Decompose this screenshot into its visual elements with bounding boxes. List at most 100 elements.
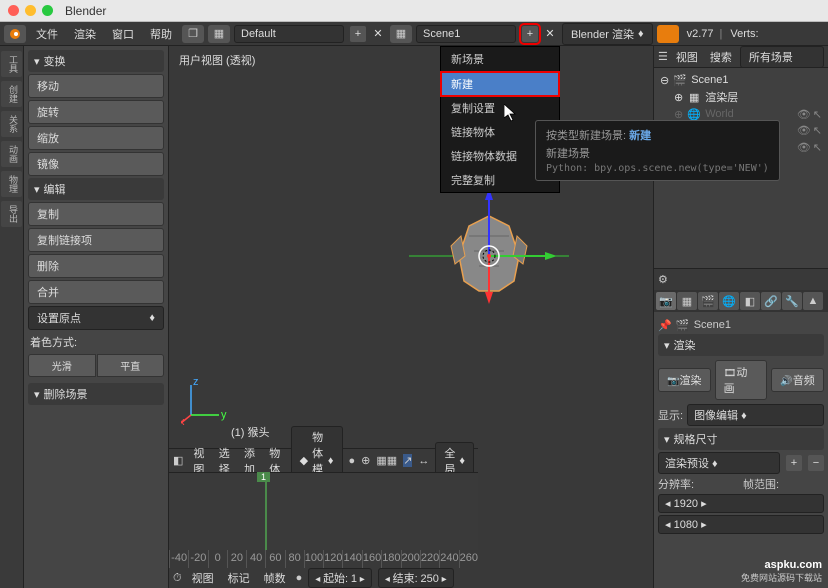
eye-icon[interactable]: 👁 — [797, 124, 811, 137]
tab-data[interactable]: ▲ — [803, 292, 823, 310]
vtab-tools[interactable]: 工具 — [1, 51, 22, 77]
auto-keyframe-icon[interactable]: ● — [296, 572, 303, 584]
tool-panel: ▾变换 移动 旋转 缩放 镜像 ▾编辑 复制 复制链接项 删除 合并 设置原点♦… — [24, 46, 169, 588]
preset-add-button[interactable]: + — [786, 455, 802, 471]
scale-button[interactable]: 缩放 — [28, 126, 164, 150]
layout-browse-icon[interactable]: ▦ — [208, 25, 230, 43]
pin-icon[interactable]: 📌 — [658, 319, 672, 332]
eye-icon[interactable]: 👁 — [797, 108, 811, 121]
close-dot[interactable] — [8, 5, 19, 16]
vtab-physics[interactable]: 物理 — [1, 171, 22, 197]
manipulator-toggle[interactable]: ↗ — [403, 454, 412, 467]
tab-constraints[interactable]: 🔗 — [761, 292, 781, 310]
animation-button[interactable]: 🎞动画 — [715, 360, 768, 400]
render-engine-select[interactable]: Blender 渲染♦ — [562, 23, 653, 45]
tick: 260 — [459, 550, 478, 568]
render-button[interactable]: 📷渲染 — [658, 368, 711, 392]
display-select[interactable]: 图像编辑 ♦ — [687, 404, 824, 426]
minimize-dot[interactable] — [25, 5, 36, 16]
start-frame-field[interactable]: ◂ 起始: 1 ▸ — [308, 568, 372, 588]
tick: 80 — [285, 550, 304, 568]
cursor-icon[interactable]: ↖ — [813, 108, 822, 121]
dropdown-item-new[interactable]: 新建 — [441, 72, 559, 96]
disclosure-icon: ⊕ — [674, 91, 683, 104]
outliner-search[interactable]: 搜索 — [706, 47, 736, 67]
tl-view[interactable]: 视图 — [188, 568, 218, 588]
tooltip-title: 按类型新建场景: 新建 — [546, 127, 769, 143]
properties-editor-icon[interactable]: ⚙ — [658, 273, 668, 286]
rotate-button[interactable]: 旋转 — [28, 100, 164, 124]
tick: 240 — [439, 550, 458, 568]
transform-header[interactable]: ▾变换 — [28, 50, 164, 72]
shading-mode-icon[interactable]: ● — [349, 455, 356, 467]
tab-layers[interactable]: ▦ — [677, 292, 697, 310]
set-origin-select[interactable]: 设置原点♦ — [28, 306, 164, 330]
vtab-export[interactable]: 导出 — [1, 201, 22, 227]
edit-header[interactable]: ▾编辑 — [28, 178, 164, 200]
tab-modifiers[interactable]: 🔧 — [782, 292, 802, 310]
layout-add-button[interactable]: + — [350, 26, 366, 42]
editor-type-icon[interactable]: ◧ — [173, 454, 183, 467]
maximize-dot[interactable] — [42, 5, 53, 16]
watermark-main: aspku.com — [741, 559, 822, 571]
tab-object[interactable]: ◧ — [740, 292, 760, 310]
vtab-relations[interactable]: 关系 — [1, 111, 22, 137]
duplicate-linked-button[interactable]: 复制链接项 — [28, 228, 164, 252]
tl-marker[interactable]: 标记 — [224, 568, 254, 588]
timeline[interactable]: -40 -20 0 20 40 60 80 100 120 140 160 18… — [169, 472, 478, 588]
dimensions-header[interactable]: ▾规格尺寸 — [658, 428, 824, 450]
vtab-anim[interactable]: 动画 — [1, 141, 22, 167]
render-preset-select[interactable]: 渲染预设 ♦ — [658, 452, 780, 474]
scene-add-button[interactable]: + — [522, 26, 538, 42]
cursor-icon[interactable]: ↖ — [813, 124, 822, 137]
menu-file[interactable]: 文件 — [30, 24, 64, 44]
render-panel-header[interactable]: ▾渲染 — [658, 334, 824, 356]
active-object[interactable] — [409, 176, 569, 339]
eye-icon[interactable]: 👁 — [797, 141, 811, 154]
res-y-field[interactable]: ◂ 1080 ▸ — [658, 515, 824, 534]
timeline-editor-icon[interactable]: ⏱ — [173, 572, 182, 585]
res-x-field[interactable]: ◂ 1920 ▸ — [658, 494, 824, 513]
top-menubar: 文件 渲染 窗口 帮助 ❐ ▦ Default + ✕ ▦ Scene1 + ✕… — [0, 22, 828, 46]
mirror-button[interactable]: 镜像 — [28, 152, 164, 176]
tree-renderlayers[interactable]: ⊕▦渲染层 — [658, 88, 824, 106]
tl-frame[interactable]: 帧数 — [260, 568, 290, 588]
flat-shading-button[interactable]: 平直 — [97, 354, 165, 377]
tab-render[interactable]: 📷 — [656, 292, 676, 310]
scene-name-field[interactable]: Scene1 — [416, 25, 516, 43]
tab-scene[interactable]: 🎬 — [698, 292, 718, 310]
dropdown-arrow-icon: ♦ — [149, 312, 155, 324]
pivot-icon[interactable]: ⊕ — [361, 454, 370, 467]
tick: 60 — [265, 550, 284, 568]
preset-remove-button[interactable]: − — [808, 455, 824, 471]
smooth-shading-button[interactable]: 光滑 — [28, 354, 96, 377]
dropdown-title: 新场景 — [441, 47, 559, 72]
cursor-icon[interactable]: ↖ — [813, 141, 822, 154]
tab-world[interactable]: 🌐 — [719, 292, 739, 310]
outliner-view[interactable]: 视图 — [672, 47, 702, 67]
layers-icon[interactable]: ▦▦ — [376, 454, 397, 467]
manipulator-translate-icon[interactable]: ↔ — [418, 455, 429, 467]
dropdown-item-copy-settings[interactable]: 复制设置 — [441, 96, 559, 120]
scene-browse-icon[interactable]: ▦ — [390, 25, 412, 43]
layout-delete-button[interactable]: ✕ — [370, 26, 386, 42]
outliner-editor-icon[interactable]: ☰ — [658, 50, 668, 63]
outliner-filter[interactable]: 所有场景 — [740, 46, 824, 68]
end-frame-field[interactable]: ◂ 结束: 250 ▸ — [378, 568, 454, 588]
scene-delete-button[interactable]: ✕ — [542, 26, 558, 42]
menu-render[interactable]: 渲染 — [68, 24, 102, 44]
menu-window[interactable]: 窗口 — [106, 24, 140, 44]
blender-logo-icon[interactable] — [4, 25, 26, 43]
translate-button[interactable]: 移动 — [28, 74, 164, 98]
menu-help[interactable]: 帮助 — [144, 24, 178, 44]
tick: 120 — [323, 550, 342, 568]
duplicate-button[interactable]: 复制 — [28, 202, 164, 226]
audio-button[interactable]: 🔊音频 — [771, 368, 824, 392]
history-header[interactable]: ▾删除场景 — [28, 383, 164, 405]
screen-layout-field[interactable]: Default — [234, 25, 344, 43]
join-button[interactable]: 合并 — [28, 280, 164, 304]
vtab-create[interactable]: 创建 — [1, 81, 22, 107]
tree-scene[interactable]: ⊖🎬Scene1 — [658, 72, 824, 88]
delete-button[interactable]: 删除 — [28, 254, 164, 278]
back-to-prev-icon[interactable]: ❐ — [182, 25, 204, 43]
